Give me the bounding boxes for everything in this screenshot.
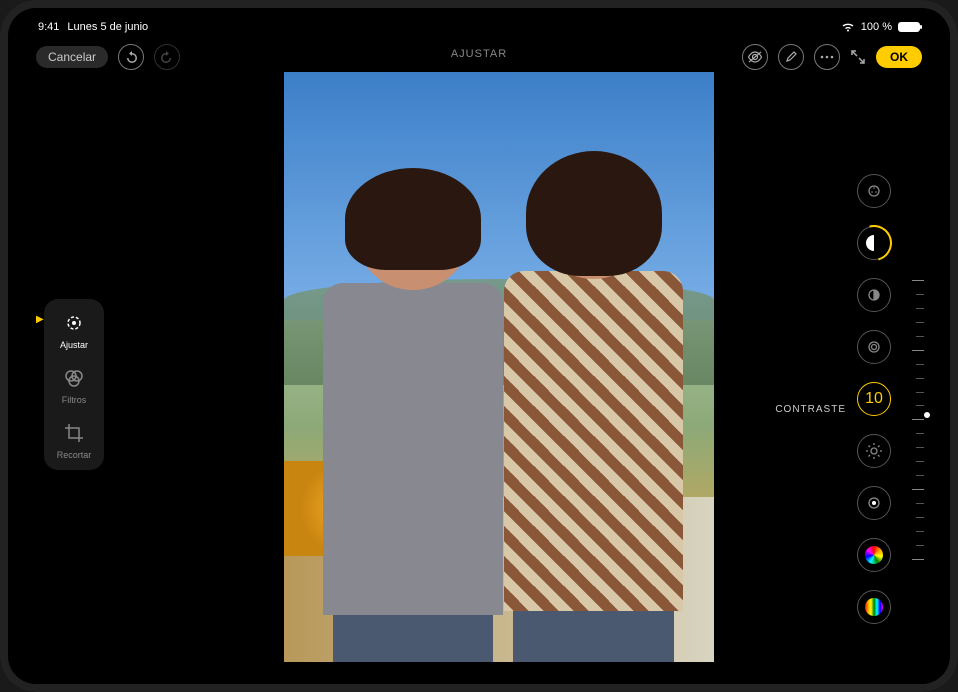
battery-pct: 100 % bbox=[861, 21, 892, 33]
adjust-exposure[interactable] bbox=[857, 226, 891, 260]
photo-canvas[interactable] bbox=[284, 72, 714, 662]
adjust-brightness[interactable] bbox=[857, 434, 891, 468]
battery-icon bbox=[898, 22, 920, 32]
tab-label: Filtros bbox=[62, 395, 87, 405]
adjust-value-inline: 10 bbox=[865, 390, 883, 408]
adjust-vibrance[interactable] bbox=[857, 590, 891, 624]
adjust-saturation[interactable] bbox=[857, 538, 891, 572]
slider-thumb[interactable] bbox=[924, 412, 930, 418]
adjustment-list: 10 bbox=[854, 174, 894, 624]
active-tool-indicator: ▶ bbox=[36, 314, 44, 325]
saturation-icon bbox=[865, 546, 883, 564]
adjust-slider[interactable] bbox=[910, 280, 924, 560]
screen: 9:41 Lunes 5 de junio 100 % Cancelar bbox=[14, 14, 944, 678]
status-bar: 9:41 Lunes 5 de junio 100 % bbox=[14, 14, 944, 36]
tab-filters[interactable]: Filtros bbox=[48, 364, 100, 405]
selected-adjust-label: CONTRASTE bbox=[775, 404, 846, 415]
vibrance-icon bbox=[865, 598, 883, 616]
tab-adjust[interactable]: Ajustar bbox=[48, 309, 100, 350]
tab-label: Recortar bbox=[57, 450, 92, 460]
status-date: Lunes 5 de junio bbox=[67, 21, 148, 33]
adjust-brilliance[interactable] bbox=[857, 278, 891, 312]
wifi-icon bbox=[841, 22, 855, 32]
photo-subject bbox=[499, 131, 688, 662]
crop-icon bbox=[60, 419, 88, 447]
adjust-contrast[interactable]: 10 bbox=[857, 382, 891, 416]
adjust-auto[interactable] bbox=[857, 174, 891, 208]
ipad-frame: 9:41 Lunes 5 de junio 100 % Cancelar bbox=[0, 0, 958, 692]
tab-label: Ajustar bbox=[60, 340, 88, 350]
tab-crop[interactable]: Recortar bbox=[48, 419, 100, 460]
edit-mode-tabs: Ajustar Filtros Recortar bbox=[44, 299, 104, 470]
adjust-highlights[interactable] bbox=[857, 330, 891, 364]
adjust-icon bbox=[60, 309, 88, 337]
status-time: 9:41 bbox=[38, 21, 59, 33]
photo-subject bbox=[318, 143, 507, 662]
filters-icon bbox=[60, 364, 88, 392]
adjust-blackpoint[interactable] bbox=[857, 486, 891, 520]
